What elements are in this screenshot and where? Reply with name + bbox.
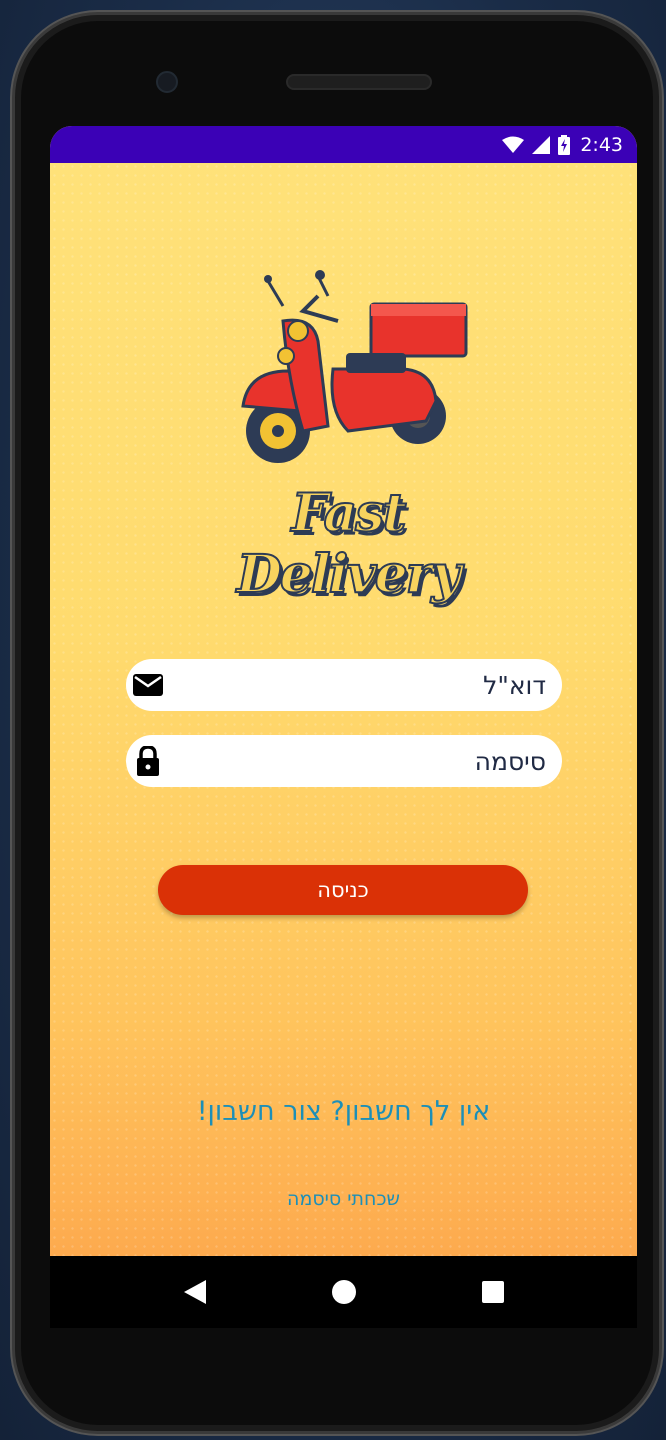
password-field-container[interactable] bbox=[126, 735, 562, 787]
app-screen: 2:43 Fast Delivery דוא"ל כניסה אין לך חש… bbox=[50, 126, 637, 1256]
wifi-icon bbox=[502, 136, 525, 153]
envelope-icon bbox=[128, 665, 168, 705]
lock-icon bbox=[128, 741, 168, 781]
app-logo: Fast Delivery bbox=[188, 261, 508, 606]
forgot-password-link[interactable]: שכחתי סיסמה bbox=[50, 1188, 637, 1210]
email-input[interactable] bbox=[168, 670, 546, 700]
scooter-icon bbox=[241, 270, 468, 463]
login-button[interactable]: כניסה bbox=[158, 865, 528, 915]
home-button[interactable] bbox=[324, 1272, 364, 1312]
signal-icon bbox=[532, 135, 551, 154]
back-button[interactable] bbox=[175, 1272, 215, 1312]
back-icon bbox=[183, 1280, 206, 1304]
earpiece-speaker bbox=[286, 74, 432, 90]
front-camera bbox=[156, 71, 178, 93]
signup-link[interactable]: אין לך חשבון? צור חשבון! bbox=[50, 1096, 637, 1127]
status-icons bbox=[502, 134, 571, 155]
recents-icon bbox=[481, 1281, 504, 1303]
status-bar: 2:43 bbox=[50, 126, 637, 163]
recents-button[interactable] bbox=[473, 1272, 513, 1312]
status-time: 2:43 bbox=[580, 133, 623, 156]
password-input[interactable] bbox=[168, 746, 546, 776]
system-nav-bar bbox=[50, 1256, 637, 1328]
battery-charging-icon bbox=[558, 134, 571, 155]
logo-text: Fast Delivery bbox=[236, 482, 463, 606]
home-icon bbox=[331, 1280, 356, 1304]
email-field-container[interactable] bbox=[126, 659, 562, 711]
